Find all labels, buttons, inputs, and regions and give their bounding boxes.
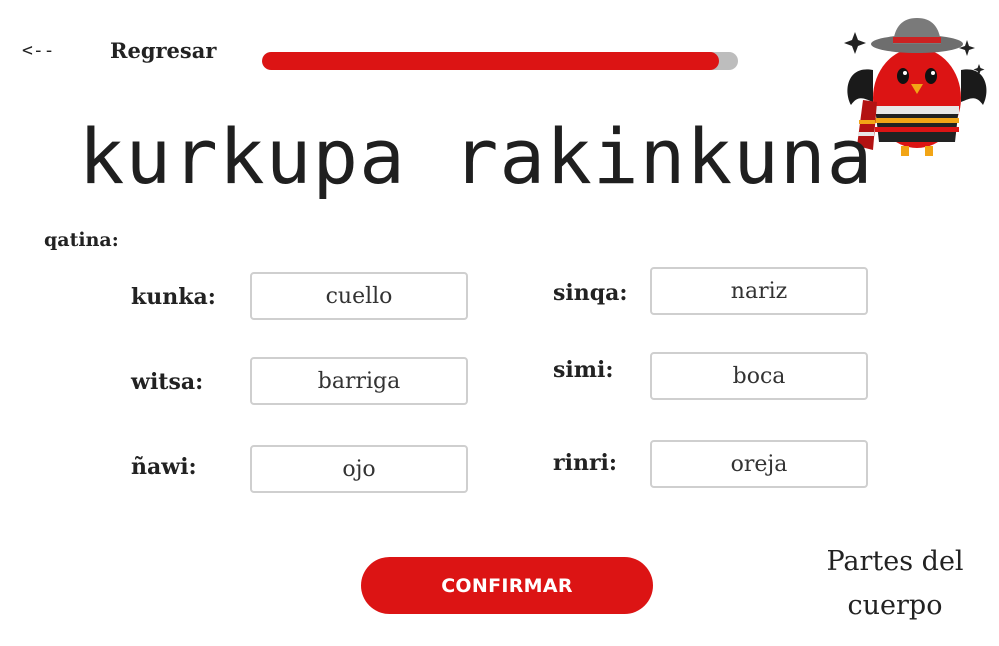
topic-line-2: cuerpo [847,590,943,621]
word-label: ñawi: [131,454,197,480]
answer-field[interactable]: barriga [250,357,468,405]
instruction-label: qatina: [44,229,119,251]
page-title: kurkupa rakinkuna [78,112,874,201]
topic-line-1: Partes del [826,546,964,577]
progress-fill [262,52,719,70]
topic-label: Partes del cuerpo [820,540,970,628]
word-label: simi: [553,357,614,383]
word-label: rinri: [553,450,618,476]
word-label: kunka: [131,284,216,310]
answer-field[interactable]: cuello [250,272,468,320]
answer-field[interactable]: boca [650,352,868,400]
answer-field[interactable]: nariz [650,267,868,315]
progress-bar [262,52,738,70]
back-button[interactable]: Regresar [110,38,216,63]
back-arrow-icon[interactable]: <-- [22,40,55,61]
answer-field[interactable]: ojo [250,445,468,493]
confirm-button[interactable]: CONFIRMAR [361,557,653,614]
word-label: sinqa: [553,280,628,306]
word-label: witsa: [131,369,204,395]
answer-field[interactable]: oreja [650,440,868,488]
